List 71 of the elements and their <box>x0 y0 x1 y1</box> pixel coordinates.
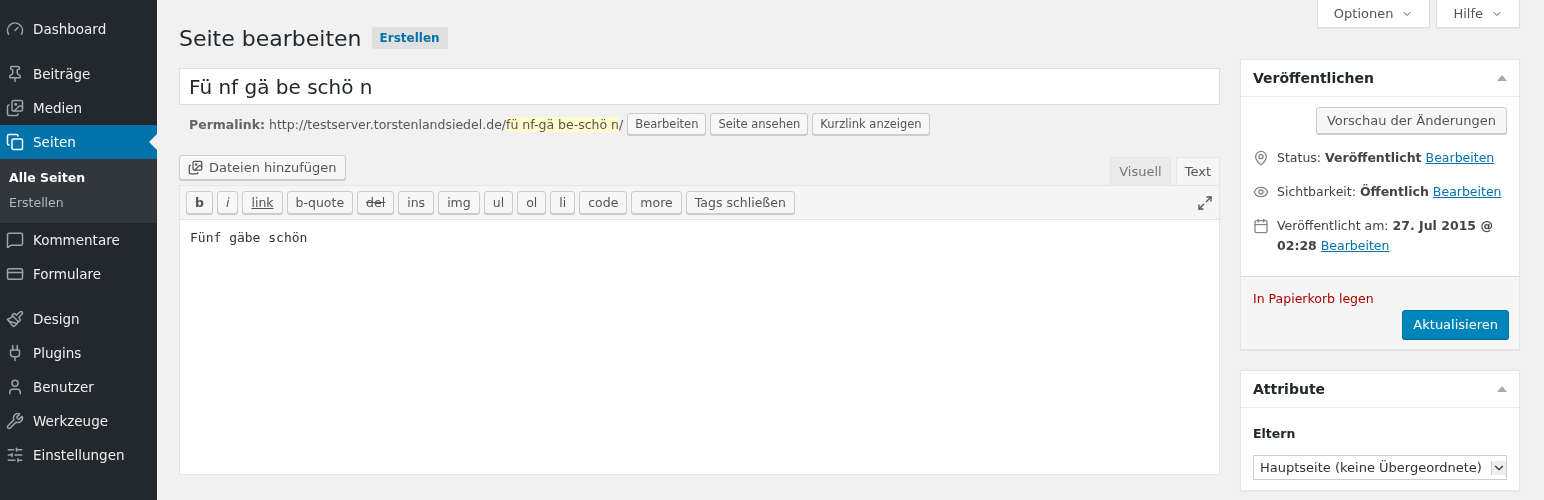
pages-icon <box>6 133 24 151</box>
permalink-button[interactable]: Bearbeiten <box>627 113 707 135</box>
collapse-icon[interactable] <box>1497 75 1507 81</box>
quicktag-button[interactable]: ol <box>517 191 547 214</box>
quicktag-button[interactable]: i <box>216 191 239 214</box>
quicktag-button[interactable]: b <box>186 191 213 214</box>
meta-text: Status: Veröffentlicht Bearbeiten <box>1277 149 1495 167</box>
quicktag-button[interactable]: ul <box>483 191 514 214</box>
collapse-icon[interactable] <box>1497 386 1507 392</box>
add-media-button[interactable]: Dateien hinzufügen <box>179 155 346 180</box>
edit-link[interactable]: Bearbeiten <box>1320 238 1390 253</box>
field-label: Eltern <box>1253 426 1297 441</box>
edit-link[interactable]: Bearbeiten <box>1432 184 1502 199</box>
update-button[interactable]: Aktualisieren <box>1402 310 1509 339</box>
calendar-icon <box>1253 218 1269 234</box>
sidebar-item[interactable]: Formulare <box>0 257 157 291</box>
meta-text: Veröffentlicht am: 27. Jul 2015 @ 02:28 Bearbeiten <box>1277 217 1494 255</box>
sidebar-item[interactable]: Werkzeuge <box>0 404 157 438</box>
permalink-url: http://testserver.torstenlandsiedel.de/fü nf-gä be-schö n/ <box>269 116 624 132</box>
submenu-item[interactable]: Erstellen <box>0 190 157 215</box>
preview-button[interactable]: Vorschau der Änderungen <box>1315 107 1507 134</box>
permalink-label: Permalink: <box>189 116 266 132</box>
box-title: Veröffentlichen <box>1253 70 1374 86</box>
speech-bubble-icon <box>6 231 24 249</box>
quicktag-button[interactable]: code <box>579 191 628 214</box>
quicktag-button[interactable]: link <box>242 191 283 214</box>
sidebar-item[interactable]: Einstellungen <box>0 438 157 472</box>
quicktag-button[interactable]: img <box>438 191 480 214</box>
gauge-icon <box>6 20 24 38</box>
quicktag-button[interactable]: li <box>550 191 576 214</box>
sliders-icon <box>6 446 24 464</box>
quicktag-button[interactable]: ins <box>398 191 435 214</box>
screen-options-button[interactable]: Optionen <box>1316 0 1431 28</box>
sidebar-item[interactable]: Kommentare <box>0 223 157 257</box>
quicktag-button[interactable]: Tags schließen <box>685 191 795 214</box>
wrench-icon <box>6 412 24 430</box>
permalink-button[interactable]: Kurzlink anzeigen <box>812 113 930 135</box>
sidebar-item[interactable]: Dashboard <box>0 12 157 46</box>
help-button[interactable]: Hilfe <box>1436 0 1520 28</box>
submenu-item[interactable]: Alle Seiten <box>0 165 157 190</box>
map-pin-icon <box>1253 150 1269 166</box>
images-icon <box>6 99 24 117</box>
current-notch <box>149 134 157 150</box>
editor-tab[interactable]: Text <box>1175 157 1220 185</box>
quicktag-button[interactable]: more <box>631 191 682 214</box>
trash-link[interactable]: In Papierkorb legen <box>1253 291 1374 306</box>
sidebar-item[interactable]: Beiträge <box>0 57 157 91</box>
sidebar-item[interactable]: Plugins <box>0 336 157 370</box>
editor-tab[interactable]: Visuell <box>1110 157 1171 185</box>
box-title: Attribute <box>1253 381 1326 397</box>
paintbrush-icon <box>6 310 24 328</box>
quicktag-button[interactable]: b-quote <box>286 191 354 214</box>
sidebar-item[interactable]: Seiten <box>0 125 157 159</box>
user-icon <box>6 378 24 396</box>
content-editor[interactable]: Fünf gäbe schön <box>179 220 1220 475</box>
permalink-button[interactable]: Seite ansehen <box>710 113 809 135</box>
sidebar-item[interactable]: Design <box>0 302 157 336</box>
page-heading: Seite bearbeiten <box>179 25 362 51</box>
meta-text: Sichtbarkeit: Öffentlich Bearbeiten <box>1277 183 1502 201</box>
form-icon <box>6 265 24 283</box>
edit-link[interactable]: Bearbeiten <box>1425 150 1495 165</box>
sidebar-item[interactable]: Medien <box>0 91 157 125</box>
sidebar-item[interactable]: Benutzer <box>0 370 157 404</box>
parent-select[interactable]: Hauptseite (keine Übergeordnete) <box>1253 455 1507 480</box>
title-field[interactable]: Fü nf gä be schö n <box>179 68 1220 105</box>
images-icon <box>188 160 203 175</box>
fullscreen-icon[interactable] <box>1197 194 1213 211</box>
quicktag-button[interactable]: del <box>357 191 395 214</box>
add-new-button[interactable]: Erstellen <box>371 27 448 49</box>
pushpin-icon <box>6 65 24 83</box>
eye-icon <box>1253 184 1269 200</box>
